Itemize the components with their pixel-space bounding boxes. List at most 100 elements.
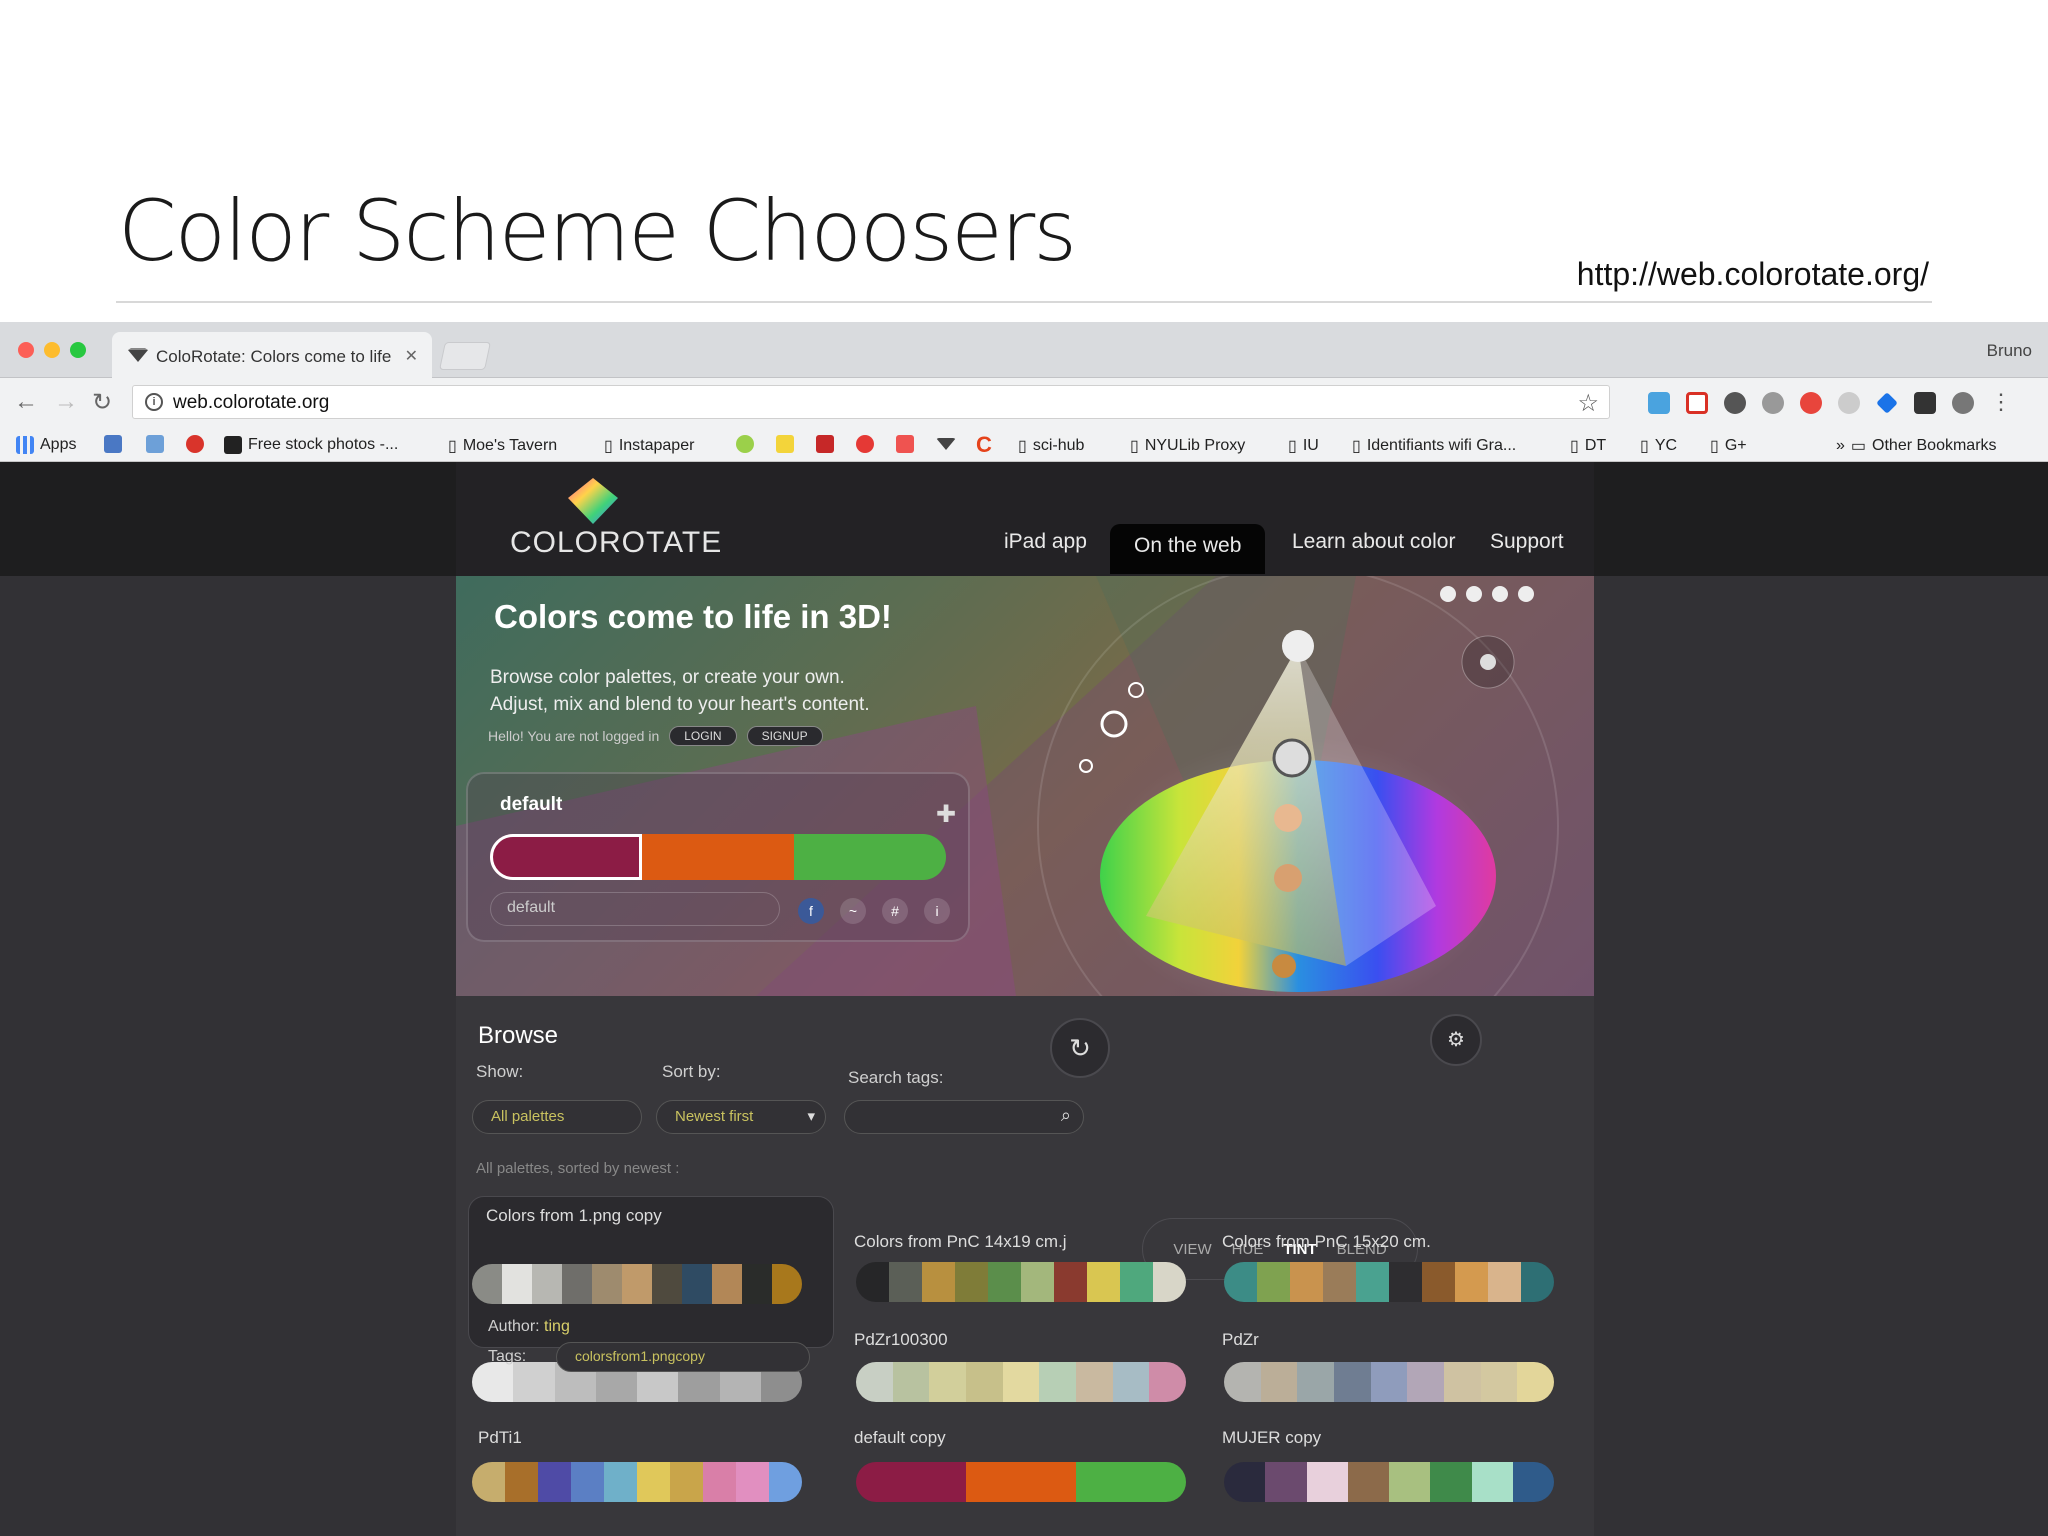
bookmark-icon[interactable] <box>776 435 794 453</box>
site-header: COLOROTATE iPad app On the web Learn abo… <box>456 462 1594 576</box>
profile-name[interactable]: Bruno <box>1987 341 2032 361</box>
bookmark-instapaper[interactable]: ▯ Instapaper <box>604 436 694 456</box>
dropbox-icon[interactable] <box>1876 392 1898 414</box>
new-tab-button[interactable] <box>439 342 491 370</box>
bookmark-identifiants-wifi[interactable]: ▯ Identifiants wifi Gra... <box>1352 436 1516 456</box>
maximize-window-icon[interactable] <box>70 342 86 358</box>
signup-button[interactable]: SIGNUP <box>746 726 823 746</box>
colorotate-gem-icon[interactable] <box>936 438 956 450</box>
tag-value[interactable]: colorsfrom1.pngcopy <box>556 1342 810 1372</box>
palette-card-title[interactable]: PdZr100300 <box>854 1330 948 1350</box>
palette-swatch-strip[interactable] <box>1224 1462 1554 1502</box>
rotate-button[interactable]: ↻ <box>1050 1018 1110 1078</box>
palette-swatch[interactable] <box>794 834 946 880</box>
swatch-color <box>1021 1262 1054 1302</box>
swatch-color <box>1407 1362 1445 1402</box>
bookmark-icon[interactable] <box>104 435 122 453</box>
extension-icon[interactable] <box>1800 392 1822 414</box>
add-color-icon[interactable]: ✚ <box>936 800 956 829</box>
bookmark-sci-hub[interactable]: ▯ sci-hub <box>1018 436 1084 456</box>
menu-dots-icon[interactable]: ⋮ <box>1990 391 2012 414</box>
palette-card-title[interactable]: Colors from PnC 14x19 cm.j <box>854 1232 1067 1252</box>
tab-close-icon[interactable]: ✕ <box>405 346 418 366</box>
swatch-color <box>1370 1362 1408 1402</box>
bookmark-dt[interactable]: ▯ DT <box>1570 436 1606 456</box>
tab-colorotate[interactable]: ColoRotate: Colors come to life ✕ <box>112 332 432 378</box>
c-icon[interactable]: C <box>976 432 992 458</box>
bookmark-apps[interactable]: Apps <box>16 436 76 454</box>
swatch-color <box>1521 1262 1554 1302</box>
sort-select[interactable]: Newest first ▾ <box>656 1100 826 1134</box>
nav-ipad-app[interactable]: iPad app <box>1004 530 1087 554</box>
logo-text[interactable]: COLOROTATE <box>510 526 722 560</box>
color-cone-3d[interactable] <box>1016 576 1594 996</box>
palette-swatch-strip[interactable] <box>1224 1262 1554 1302</box>
back-arrow-icon[interactable]: ← <box>14 388 38 416</box>
address-bar[interactable]: i web.colorotate.org ☆ <box>132 385 1610 419</box>
show-select[interactable]: All palettes <box>472 1100 642 1134</box>
palette-swatch-strip[interactable] <box>856 1362 1186 1402</box>
bookmark-gplus[interactable]: ▯ G+ <box>1710 436 1747 456</box>
extension-icon[interactable] <box>1838 392 1860 414</box>
extension-icon[interactable] <box>1952 392 1974 414</box>
palette-card-title[interactable]: MUJER copy <box>1222 1428 1321 1448</box>
palette-swatch-strip[interactable] <box>856 1262 1186 1302</box>
sort-description: All palettes, sorted by newest : <box>476 1160 680 1177</box>
bookmark-iu[interactable]: ▯ IU <box>1288 436 1319 456</box>
tools-button[interactable]: ⚙ <box>1430 1014 1482 1066</box>
mode-view[interactable]: VIEW <box>1173 1241 1211 1258</box>
info-icon[interactable]: i <box>145 393 163 411</box>
bookmark-icon[interactable] <box>856 435 874 453</box>
palette-swatch-strip[interactable] <box>856 1462 1186 1502</box>
bookmark-star-icon[interactable]: ☆ <box>1577 389 1599 418</box>
extension-icon[interactable] <box>1724 392 1746 414</box>
minimize-window-icon[interactable] <box>44 342 60 358</box>
swatch-color <box>1480 1362 1518 1402</box>
grid-icon[interactable]: # <box>882 898 908 924</box>
search-tags-input[interactable]: ⌕ <box>844 1100 1084 1134</box>
bookmark-free-stock[interactable]: Free stock photos -... <box>224 436 398 454</box>
extension-icon[interactable] <box>1762 392 1784 414</box>
bookmark-moes-tavern[interactable]: ▯ Moe's Tavern <box>448 436 557 456</box>
swatch-color <box>1471 1462 1513 1502</box>
login-button[interactable]: LOGIN <box>669 726 737 746</box>
palette-card-title[interactable]: Colors from 1.png copy <box>486 1206 662 1226</box>
palette-card-title[interactable]: PdTi1 <box>478 1428 522 1448</box>
tomato-icon[interactable] <box>186 435 204 453</box>
nav-on-the-web[interactable]: On the web <box>1110 524 1266 574</box>
palette-card-title[interactable]: default copy <box>854 1428 946 1448</box>
hero-title: Colors come to life in 3D! <box>494 598 892 635</box>
page-icon: ▯ <box>1640 438 1649 455</box>
colorotate-logo-icon[interactable] <box>562 476 624 526</box>
bookmark-icon[interactable] <box>816 435 834 453</box>
bookmark-nyulib-proxy[interactable]: ▯ NYULib Proxy <box>1130 436 1245 456</box>
nav-learn-about-color[interactable]: Learn about color <box>1292 530 1455 554</box>
nav-support[interactable]: Support <box>1490 530 1564 554</box>
bookmark-icon[interactable] <box>146 435 164 453</box>
palette-card-title[interactable]: Colors from PnC 15x20 cm. <box>1222 1232 1431 1252</box>
twitter-icon[interactable]: ~ <box>840 898 866 924</box>
palette-card-title[interactable]: PdZr <box>1222 1330 1259 1350</box>
swatch-color <box>1356 1262 1389 1302</box>
palette-swatch-strip[interactable] <box>472 1462 802 1502</box>
info-icon[interactable]: i <box>924 898 950 924</box>
forward-arrow-icon[interactable]: → <box>54 388 78 416</box>
bookmark-yc[interactable]: ▯ YC <box>1640 436 1677 456</box>
extension-icon[interactable] <box>1914 392 1936 414</box>
bookmark-icon[interactable] <box>896 435 914 453</box>
search-icon[interactable]: ⌕ <box>1061 1105 1071 1126</box>
palette-swatch[interactable] <box>642 834 794 880</box>
gmail-icon[interactable] <box>1686 392 1708 414</box>
palette-name-input[interactable]: default <box>490 892 780 926</box>
close-window-icon[interactable] <box>18 342 34 358</box>
swatch-color <box>1153 1262 1186 1302</box>
reload-icon[interactable]: ↻ <box>92 388 112 417</box>
bookmark-icon[interactable] <box>736 435 754 453</box>
palette-swatch-strip[interactable] <box>472 1264 802 1304</box>
shield-extension-icon[interactable] <box>1648 392 1670 414</box>
facebook-icon[interactable]: f <box>798 898 824 924</box>
palette-swatch-strip[interactable] <box>1224 1362 1554 1402</box>
swatch-color <box>889 1262 922 1302</box>
swatch-color <box>1224 1462 1266 1502</box>
bookmark-other[interactable]: » ▭ Other Bookmarks <box>1836 436 1997 456</box>
